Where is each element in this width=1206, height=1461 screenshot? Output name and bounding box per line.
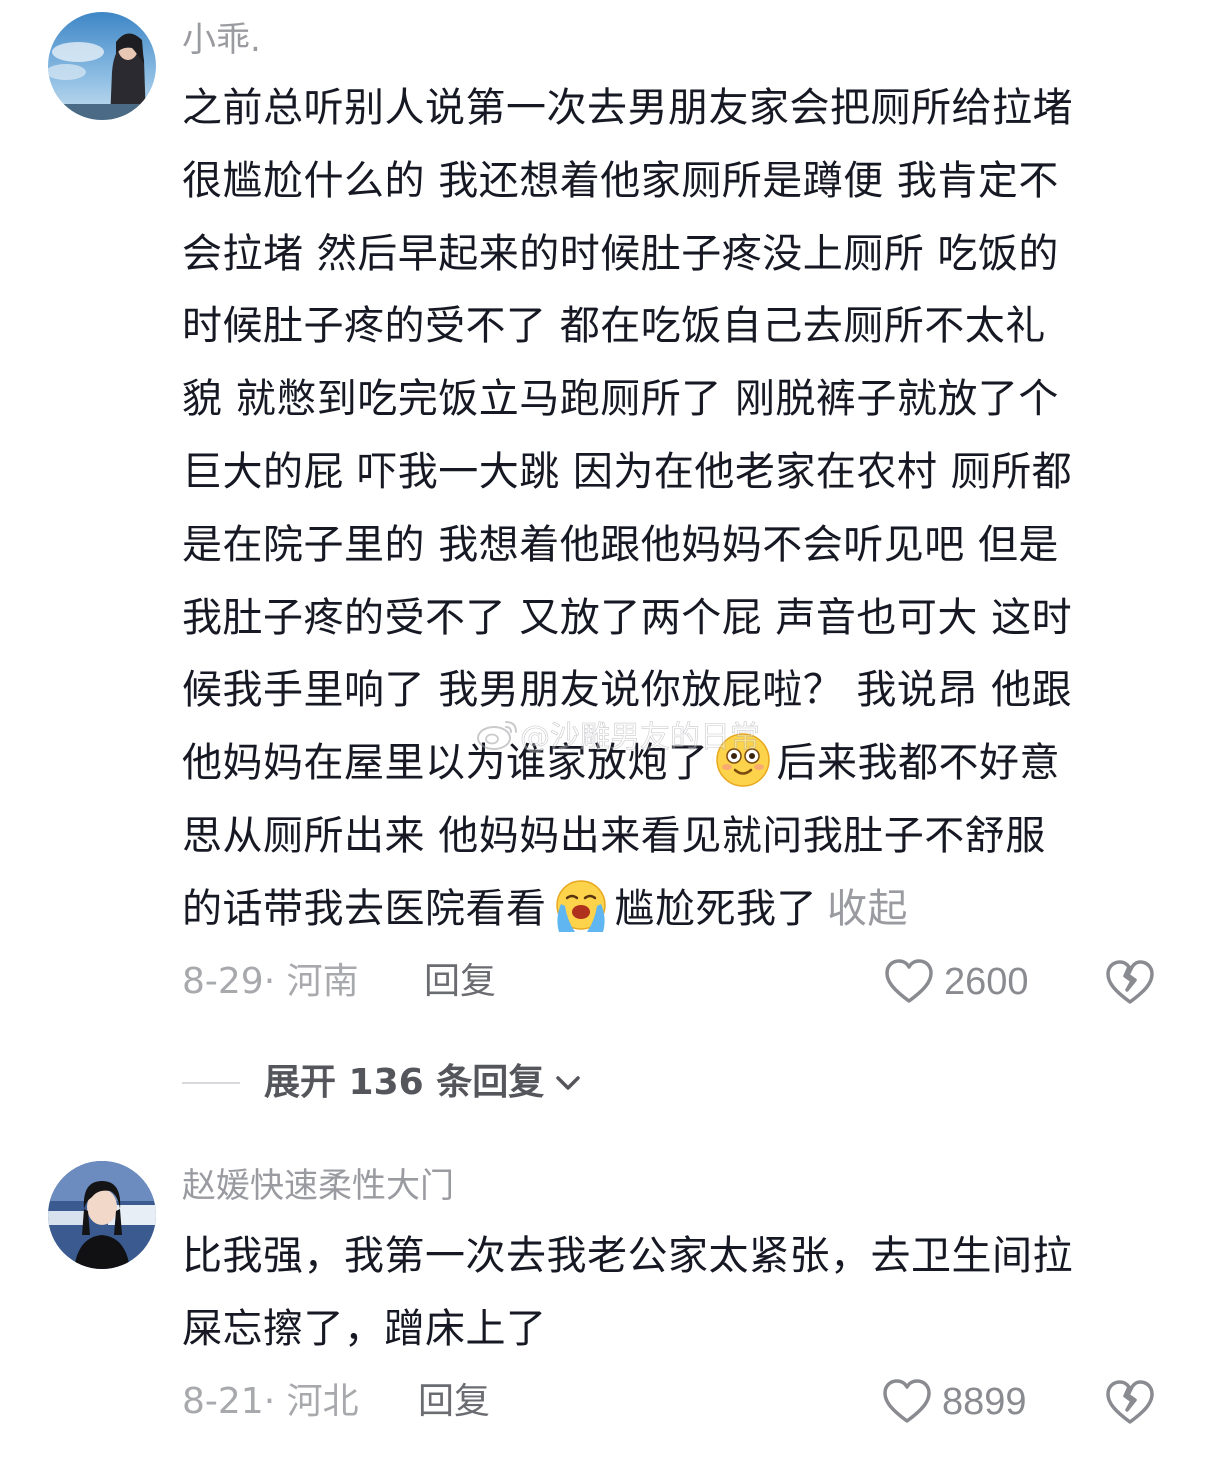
comment-text-segment: 他妈妈在屋里以为谁家放炮了: [182, 740, 709, 787]
reply-button[interactable]: 回复: [424, 952, 496, 1012]
comment-line: 比我强，我第一次去我老公家太紧张，去卫生间拉: [182, 1233, 1073, 1279]
smiley-blush-emoji-icon: [715, 733, 770, 787]
comment-line: 貌 就憋到吃完饭立马跑厕所了 刚脱裤子就放了个: [182, 376, 1059, 423]
divider: [182, 1082, 240, 1084]
chevron-down-icon: [556, 1076, 580, 1090]
comment-line: 之前总听别人说第一次去男朋友家会把厕所给拉堵: [182, 85, 1073, 131]
like-count: 2600: [944, 961, 1029, 1003]
expand-replies-label: 展开 136 条回复: [264, 1062, 545, 1103]
comment-line: 很尴尬什么的 我还想着他家厕所是蹲便 我肯定不: [182, 157, 1059, 204]
crying-emoji-icon: [555, 880, 606, 932]
comment-text-segment: 尴尬死我了: [614, 885, 817, 932]
dislike-broken-heart-icon[interactable]: [1104, 1376, 1156, 1428]
username[interactable]: 赵媛快速柔性大门: [182, 1166, 454, 1206]
comment-line: 的话带我去医院看看 尴尬死我了 收起: [182, 873, 1162, 946]
date-location: 8-21· 河北: [182, 1381, 359, 1422]
comment-text-segment: 的话带我去医院看看: [182, 885, 547, 932]
comment-line: 时候肚子疼的受不了 都在吃饭自己去厕所不太礼: [182, 303, 1046, 350]
comment-text: 之前总听别人说第一次去男朋友家会把厕所给拉堵 很尴尬什么的 我还想着他家厕所是蹲…: [182, 72, 1162, 946]
like-button[interactable]: 8899: [882, 1372, 1027, 1432]
comment-line: 巨大的屁 吓我一大跳 因为在他老家在农村 厕所都: [182, 448, 1073, 495]
comment-text: 比我强，我第一次去我老公家太紧张，去卫生间拉 屎忘擦了，蹭床上了: [182, 1220, 1162, 1366]
comment-meta: 8-29· 河南 回复 2600: [182, 952, 1156, 1012]
avatar[interactable]: [48, 1161, 156, 1269]
comment-line: 候我手里响了 我男朋友说你放屁啦？ 我说昂 他跟: [182, 667, 1073, 714]
date-location: 8-29· 河南: [182, 961, 359, 1002]
avatar-image: [48, 12, 156, 120]
comment-line: 我肚子疼的受不了 又放了两个屁 声音也可大 这时: [182, 594, 1073, 641]
reply-button[interactable]: 回复: [418, 1372, 490, 1432]
heart-icon: [883, 1379, 931, 1423]
expand-replies-button[interactable]: 展开 136 条回复: [182, 1055, 584, 1111]
comment-line: 是在院子里的 我想着他跟他妈妈不会听见吧 但是: [182, 521, 1059, 568]
dislike-broken-heart-icon[interactable]: [1104, 956, 1156, 1008]
comment-text-segment: 后来我都不好意: [776, 740, 1060, 787]
heart-icon: [885, 959, 933, 1003]
username[interactable]: 小乖.: [182, 20, 261, 60]
comment-meta: 8-21· 河北 回复 8899: [182, 1372, 1156, 1432]
avatar-image: [48, 1161, 156, 1269]
comment-line: 会拉堵 然后早起来的时候肚子疼没上厕所 吃饭的: [182, 230, 1059, 277]
collapse-link[interactable]: 收起: [827, 886, 908, 932]
comment-line: 他妈妈在屋里以为谁家放炮了 后来我都不好意: [182, 727, 1162, 800]
like-button[interactable]: 2600: [884, 952, 1029, 1012]
like-count: 8899: [942, 1381, 1027, 1423]
comment-line: 屎忘擦了，蹭床上了: [182, 1305, 547, 1352]
avatar[interactable]: [48, 12, 156, 120]
comment-line: 思从厕所出来 他妈妈出来看见就问我肚子不舒服: [182, 812, 1046, 859]
